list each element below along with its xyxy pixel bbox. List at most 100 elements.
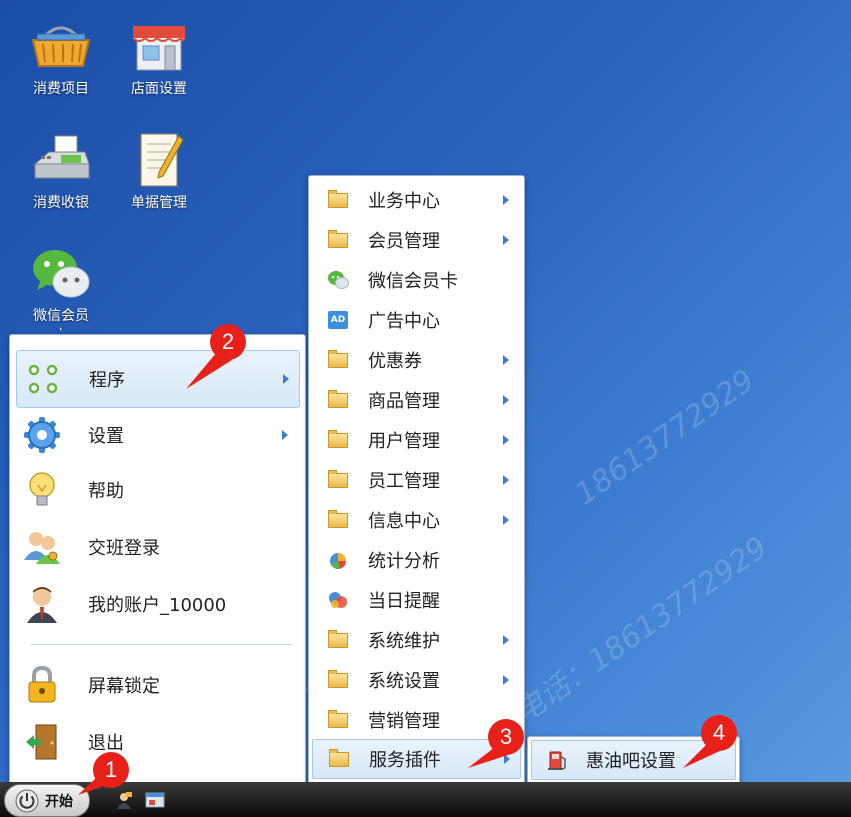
program-item-info-center[interactable]: 信息中心 [312, 501, 519, 539]
program-item-label: 广告中心 [368, 311, 440, 332]
chevron-right-icon [503, 475, 509, 485]
user-avatar-icon [22, 584, 62, 624]
programs-submenu: 业务中心 会员管理 微信会员卡 AD 广告中心 优惠券 商品管理 用户管理 员工… [308, 175, 525, 785]
folder-icon [328, 748, 350, 770]
plugin-item-label: 惠油吧设置 [586, 751, 676, 772]
folder-icon [327, 429, 349, 451]
program-item-staff-management[interactable]: 员工管理 [312, 461, 519, 499]
program-item-system-maintenance[interactable]: 系统维护 [312, 621, 519, 659]
program-item-label: 会员管理 [368, 231, 440, 252]
program-item-wechat-card[interactable]: 微信会员卡 [312, 261, 519, 299]
pie-chart-icon [327, 549, 349, 571]
program-item-label: 服务插件 [369, 750, 441, 771]
program-item-label: 系统设置 [368, 671, 440, 692]
gear-icon [22, 415, 62, 455]
folder-icon [327, 389, 349, 411]
start-menu-item-label: 交班登录 [88, 538, 160, 559]
start-menu-item-exit[interactable]: 退出 [16, 714, 298, 770]
ad-icon: AD [327, 309, 349, 331]
start-menu-item-lock-screen[interactable]: 屏幕锁定 [16, 657, 298, 713]
padlock-icon [22, 665, 62, 705]
chevron-right-icon [503, 355, 509, 365]
users-key-icon [22, 527, 62, 567]
cash-register-icon [29, 130, 93, 190]
desktop-icon-cashier[interactable]: 消费收银 [15, 130, 107, 212]
callout-badge: 3 [488, 719, 524, 755]
program-item-product-management[interactable]: 商品管理 [312, 381, 519, 419]
storefront-icon [127, 16, 191, 76]
program-item-label: 业务中心 [368, 191, 440, 212]
callout-badge: 2 [210, 324, 246, 360]
folder-icon [327, 229, 349, 251]
taskbar-app-icon[interactable] [114, 791, 134, 809]
callout-badge: 4 [701, 715, 737, 751]
start-menu-item-shift-login[interactable]: 交班登录 [16, 519, 298, 575]
start-menu-item-label: 退出 [88, 733, 124, 754]
desktop-icon-label: 单据管理 [131, 195, 187, 211]
program-item-label: 商品管理 [368, 391, 440, 412]
folder-icon [327, 469, 349, 491]
chevron-right-icon [503, 515, 509, 525]
start-menu-item-label: 程序 [89, 370, 125, 391]
start-button[interactable]: 开始 [4, 784, 90, 817]
chevron-right-icon [504, 754, 510, 764]
desktop-icon-label: 消费项目 [33, 81, 89, 97]
ad-badge: AD [328, 311, 348, 329]
desktop-icon-label: 店面设置 [131, 81, 187, 97]
start-menu-item-label: 设置 [88, 426, 124, 447]
notebook-icon [127, 130, 191, 190]
start-menu: 程序 设置 帮助 交班登录 我的账户_10000 屏幕锁定 退出 [9, 334, 306, 784]
desktop-icon-consume-items[interactable]: 消费项目 [15, 16, 107, 98]
desktop-icon-documents[interactable]: 单据管理 [113, 130, 205, 212]
program-item-business-center[interactable]: 业务中心 [312, 181, 519, 219]
program-item-label: 微信会员卡 [368, 271, 458, 292]
program-item-user-management[interactable]: 用户管理 [312, 421, 519, 459]
desktop-icon-label: 消费收银 [33, 195, 89, 211]
taskbar-window-icon[interactable] [145, 791, 165, 809]
power-icon [15, 789, 39, 813]
desktop-icon-wechat-card[interactable]: 微信会员卡 [15, 244, 107, 330]
fuel-pump-icon [547, 749, 569, 771]
plugin-item-huiyouba-settings[interactable]: 惠油吧设置 [531, 740, 736, 780]
wechat-icon [29, 244, 93, 304]
desktop-icon-store-settings[interactable]: 店面设置 [113, 16, 205, 98]
chevron-right-icon [503, 195, 509, 205]
basket-icon [29, 16, 93, 76]
program-item-label: 用户管理 [368, 431, 440, 452]
callout-badge: 1 [93, 752, 129, 788]
chevron-right-icon [282, 430, 288, 440]
program-item-statistics[interactable]: 统计分析 [312, 541, 519, 579]
folder-icon [327, 669, 349, 691]
start-button-label: 开始 [45, 793, 73, 810]
start-menu-item-settings[interactable]: 设置 [16, 407, 298, 463]
start-menu-item-label: 帮助 [88, 481, 124, 502]
program-item-label: 营销管理 [368, 711, 440, 732]
program-item-member-management[interactable]: 会员管理 [312, 221, 519, 259]
program-item-label: 当日提醒 [368, 591, 440, 612]
chevron-right-icon [503, 395, 509, 405]
chevron-right-icon [503, 635, 509, 645]
reminder-icon [327, 589, 349, 611]
chevron-right-icon [283, 374, 289, 384]
lightbulb-icon [22, 470, 62, 510]
program-item-ad-center[interactable]: AD 广告中心 [312, 301, 519, 339]
program-item-system-settings[interactable]: 系统设置 [312, 661, 519, 699]
start-menu-item-help[interactable]: 帮助 [16, 462, 298, 518]
folder-icon [327, 509, 349, 531]
watermark: 18613772929 [568, 362, 762, 513]
apps-grid-icon [23, 359, 63, 399]
menu-divider [30, 644, 292, 645]
wechat-icon [327, 269, 349, 291]
start-menu-item-my-account[interactable]: 我的账户_10000 [16, 576, 298, 632]
start-menu-item-programs[interactable]: 程序 [16, 350, 300, 408]
program-item-coupons[interactable]: 优惠券 [312, 341, 519, 379]
program-item-daily-reminder[interactable]: 当日提醒 [312, 581, 519, 619]
folder-icon [327, 709, 349, 731]
program-item-label: 优惠券 [368, 351, 422, 372]
chevron-right-icon [503, 435, 509, 445]
desktop-icon-label: 微信会员卡 [33, 308, 89, 330]
start-menu-item-label: 屏幕锁定 [88, 676, 160, 697]
folder-icon [327, 349, 349, 371]
chevron-right-icon [503, 235, 509, 245]
folder-icon [327, 629, 349, 651]
